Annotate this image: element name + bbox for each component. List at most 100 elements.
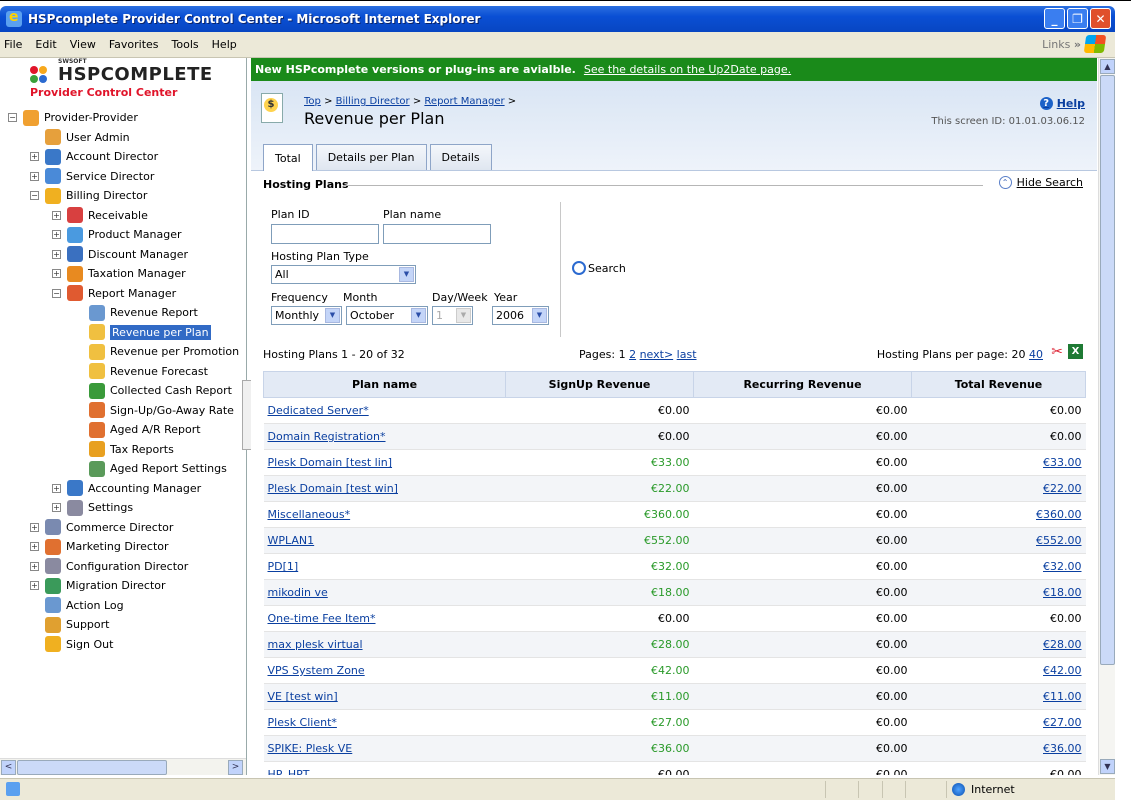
tree-item[interactable]: Aged Report Settings [89,459,227,478]
plan-name-cell-value[interactable]: max plesk virtual [268,638,363,651]
plan-name-cell[interactable]: HP_HPT [263,761,506,775]
last-page-link[interactable]: last [677,348,697,361]
plan-name-cell-value[interactable]: mikodin ve [268,586,328,599]
plan-name-cell[interactable]: PD[1] [263,553,506,580]
menu-edit[interactable]: Edit [35,38,56,51]
plan-name-cell-value[interactable]: PD[1] [268,560,299,573]
plan-name-cell-value[interactable]: Plesk Client* [268,716,337,729]
plan-name-cell[interactable]: Plesk Domain [test win] [263,475,506,502]
column-header-plan-name[interactable]: Plan name [263,371,506,398]
plan-name-cell[interactable]: VE [test win] [263,683,506,710]
tree-item[interactable]: − Report Manager [52,284,176,303]
menu-view[interactable]: View [70,38,96,51]
up2date-link[interactable]: See the details on the Up2Date page. [584,63,791,76]
collapse-icon[interactable]: − [8,113,17,122]
plan-name-cell-value[interactable]: VPS System Zone [268,664,365,677]
menu-file[interactable]: File [4,38,22,51]
tree-item[interactable]: − Provider-Provider [8,108,138,127]
plan-name-cell-value[interactable]: VE [test win] [268,690,338,703]
plan-name-cell-value[interactable]: Dedicated Server* [268,404,369,417]
plan-name-cell[interactable]: Dedicated Server* [263,397,506,424]
scroll-up-icon[interactable]: ▲ [1100,59,1115,74]
plan-name-cell-value[interactable]: SPIKE: Plesk VE [268,742,353,755]
next-page-link[interactable]: next> [640,348,674,361]
help-link[interactable]: ? Help [1039,97,1085,110]
column-header-signup-revenue[interactable]: SignUp Revenue [505,371,694,398]
plan-name-cell[interactable]: SPIKE: Plesk VE [263,735,506,762]
tree-item[interactable]: + Taxation Manager [52,264,186,283]
expand-icon[interactable]: + [30,542,39,551]
total-revenue-cell[interactable]: €42.00 [911,657,1086,684]
column-header-recurring-revenue[interactable]: Recurring Revenue [693,371,912,398]
tree-item[interactable]: Revenue per Plan [89,323,211,342]
expand-icon[interactable]: + [52,269,61,278]
minimize-button[interactable]: _ [1044,8,1065,29]
tree-item[interactable]: Action Log [45,596,124,615]
total-revenue-cell[interactable]: €28.00 [911,631,1086,658]
total-revenue-cell[interactable]: €33.00 [911,449,1086,476]
expand-icon[interactable]: + [52,210,61,220]
tree-item[interactable]: Revenue Report [89,303,198,322]
breadcrumb-report[interactable]: Report Manager [424,96,504,107]
year-select[interactable]: 2006 ▼ [492,306,549,325]
plan-id-input[interactable] [271,224,379,244]
close-button[interactable]: ✕ [1090,8,1111,29]
plan-name-cell-value[interactable]: Miscellaneous* [268,508,351,521]
menu-help[interactable]: Help [212,38,237,51]
total-revenue-cell[interactable]: €32.00 [911,553,1086,580]
scroll-left-icon[interactable]: < [1,760,16,775]
tab-details[interactable]: Details [429,144,492,170]
expand-icon[interactable]: + [30,152,39,161]
total-revenue-cell-value[interactable]: €28.00 [1043,638,1082,651]
tree-item[interactable]: + Settings [52,498,133,517]
excel-export-icon[interactable]: X [1068,344,1083,359]
window-titlebar[interactable]: HSPcomplete Provider Control Center - Mi… [0,6,1115,32]
tree-item[interactable]: + Service Director [30,167,154,186]
tools-icon[interactable]: ✂ [1051,344,1063,360]
tree-item[interactable]: Revenue per Promotion [89,342,239,361]
scroll-down-icon[interactable]: ▼ [1100,759,1115,774]
search-button[interactable]: Search [572,261,626,275]
tree-item[interactable]: Sign-Up/Go-Away Rate [89,401,234,420]
plan-name-cell[interactable]: Plesk Client* [263,709,506,736]
tree-item[interactable]: + Account Director [30,147,158,166]
hide-search-toggle[interactable]: ⌃ Hide Search [998,176,1083,189]
plan-name-cell-value[interactable]: HP_HPT [268,768,310,775]
month-select[interactable]: October ▼ [346,306,428,325]
links-toolbar[interactable]: Links » [1042,38,1081,51]
plan-name-cell[interactable]: WPLAN1 [263,527,506,554]
plan-name-cell-value[interactable]: Domain Registration* [268,430,386,443]
plan-name-cell[interactable]: VPS System Zone [263,657,506,684]
tree-item[interactable]: − Billing Director [30,186,147,205]
total-revenue-cell-value[interactable]: €360.00 [1036,508,1082,521]
tree-item[interactable]: Aged A/R Report [89,420,201,439]
tab-total[interactable]: Total [263,144,313,171]
tree-item[interactable]: + Discount Manager [52,245,188,264]
tree-item[interactable]: Revenue Forecast [89,362,208,381]
collapse-icon[interactable]: − [52,288,61,298]
total-revenue-cell-value[interactable]: €11.00 [1043,690,1082,703]
total-revenue-cell[interactable]: €552.00 [911,527,1086,554]
tab-details-per-plan[interactable]: Details per Plan [315,144,427,170]
tree-item[interactable]: + Commerce Director [30,518,173,537]
tree-item[interactable]: Tax Reports [89,440,174,459]
breadcrumb-billing[interactable]: Billing Director [336,96,410,107]
plan-type-select[interactable]: All ▼ [271,265,416,284]
total-revenue-cell[interactable]: €18.00 [911,579,1086,606]
tree-item[interactable]: User Admin [45,128,130,147]
expand-icon[interactable]: + [52,249,61,259]
menu-favorites[interactable]: Favorites [109,38,159,51]
plan-name-cell[interactable]: Plesk Domain [test lin] [263,449,506,476]
expand-icon[interactable]: + [30,561,39,571]
breadcrumb-top[interactable]: Top [304,96,321,107]
expand-icon[interactable]: + [52,230,61,239]
plan-name-cell-value[interactable]: Plesk Domain [test win] [268,482,398,495]
total-revenue-cell-value[interactable]: €33.00 [1043,456,1082,469]
expand-icon[interactable]: + [52,503,61,512]
plan-name-cell[interactable]: max plesk virtual [263,631,506,658]
tree-item[interactable]: Support [45,615,109,634]
total-revenue-cell[interactable]: €360.00 [911,501,1086,528]
tree-item[interactable]: Collected Cash Report [89,381,232,400]
tree-item[interactable]: + Receivable [52,206,148,225]
total-revenue-cell-value[interactable]: €18.00 [1043,586,1082,599]
